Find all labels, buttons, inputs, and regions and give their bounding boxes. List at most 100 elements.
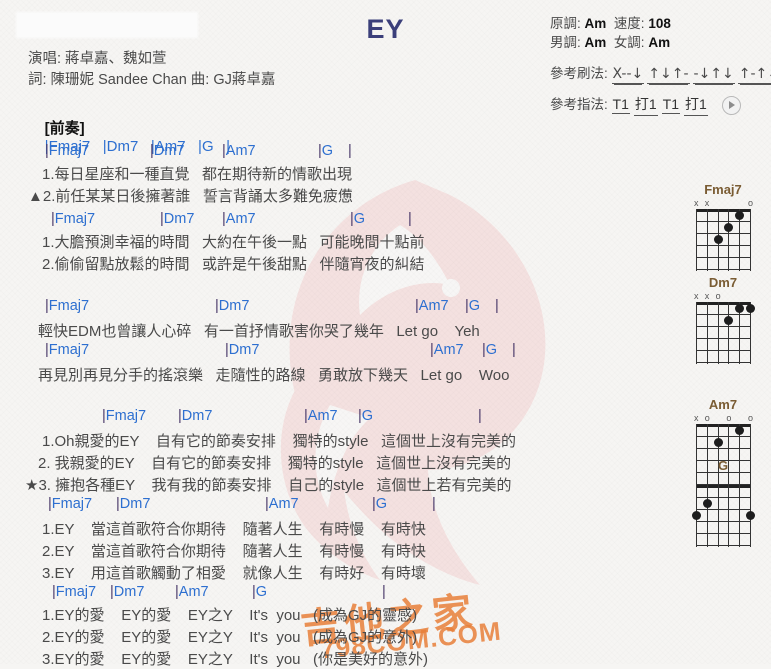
string-line	[706, 485, 708, 547]
chord-name: Fmaj7	[51, 496, 93, 512]
fret-line	[696, 326, 750, 327]
chord-label: |Dm7	[116, 496, 150, 512]
fret-line	[696, 269, 750, 270]
lyric-line: 3.EY的愛 EY的愛 EY之Y It's you (你是美好的意外)	[42, 651, 428, 668]
fret-line	[696, 497, 750, 498]
chord-name: Am7	[433, 342, 464, 358]
female-key-value: Am	[648, 35, 671, 50]
fret-line	[696, 314, 750, 315]
fret-line	[696, 350, 750, 351]
open-string-marker: o	[704, 413, 710, 423]
chord-name: G	[321, 143, 334, 159]
chord-label: |G	[350, 211, 365, 227]
male-key-label: 男調:	[550, 35, 581, 50]
chord-name: G	[255, 584, 268, 600]
lyric-line: 輕快EDM也曾讓人心碎 有一首抒情歌害你哭了幾年 Let go Yeh	[38, 323, 480, 340]
chord-name: G	[375, 496, 388, 512]
fret-line	[696, 545, 750, 546]
play-fingering-icon[interactable]	[721, 95, 741, 115]
chord-name: Am7	[418, 298, 449, 314]
fretboard-grid	[696, 209, 751, 271]
open-string-markers: xooo	[686, 413, 760, 424]
string-line	[696, 302, 697, 364]
chord-label: |Am7	[222, 143, 256, 159]
open-string-marker: o	[715, 291, 721, 301]
chord-diagram-name: Dm7	[708, 275, 738, 290]
open-string-markers: xxo	[686, 291, 760, 302]
chord-diagram-name: Am7	[708, 397, 738, 412]
string-line	[717, 485, 719, 547]
fret-line	[696, 338, 750, 339]
chord-name: Am7	[178, 584, 209, 600]
chord-label: |G	[482, 342, 497, 358]
chord-label: |Am7	[265, 496, 299, 512]
open-string-markers	[686, 474, 760, 485]
chord-label: |Am7	[430, 342, 464, 358]
finger-group: 打1	[633, 94, 658, 116]
chord-name: Fmaj7	[105, 408, 147, 424]
string-line	[728, 302, 730, 364]
chord-label: |G	[372, 496, 387, 512]
chord-label: |Dm7	[110, 584, 144, 600]
fret-line	[696, 509, 750, 510]
chord-name: G	[361, 408, 374, 424]
chord-diagram: Fmaj7 x x o	[686, 182, 760, 271]
chord-label: |	[478, 408, 482, 424]
string-line	[728, 485, 730, 547]
muted-string-marker: x	[704, 198, 710, 208]
fingering-pattern-row: 參考指法: T1 打1 T1 打1	[550, 93, 741, 116]
chord-name: Dm7	[228, 342, 260, 358]
bar-separator: |	[478, 408, 482, 424]
chord-name: G	[468, 298, 481, 314]
chord-name: Fmaj7	[55, 584, 97, 600]
chord-name: G	[353, 211, 366, 227]
strumming-pattern: X--↓↑↓↑--↓↑↓↑-↑↓	[611, 66, 771, 84]
fret-line	[696, 448, 750, 449]
bar-separator: |	[348, 143, 352, 159]
open-string-marker: o	[726, 413, 732, 423]
chord-label: |G	[358, 408, 373, 424]
original-key-label: 原調:	[550, 16, 581, 31]
chord-label: |Fmaj7	[45, 342, 89, 358]
fretboard-grid	[696, 302, 755, 364]
intro-line: [前奏] |Fmaj7 |Dm7 |Am7 |G |	[28, 100, 230, 172]
chord-label: |Fmaj7	[52, 584, 96, 600]
muted-string-marker: x	[694, 413, 699, 423]
key-and-tempo-row: 原調: Am 速度: 108	[550, 12, 671, 32]
chord-label: |Fmaj7	[45, 143, 89, 159]
finger-dot	[724, 316, 734, 325]
chord-label: |G	[465, 298, 480, 314]
open-string-markers: xxo	[686, 198, 760, 209]
string-line	[739, 485, 741, 547]
chord-label: |Dm7	[150, 143, 184, 159]
chord-name: Fmaj7	[48, 298, 90, 314]
lyric-line: 2.偷偷留點放鬆的時間 或許是午後甜點 伴隨宵夜的糾結	[42, 256, 425, 273]
chord-label: |	[432, 496, 436, 512]
fret-line	[696, 521, 750, 522]
finger-dot	[713, 438, 723, 447]
open-string-marker: o	[748, 413, 754, 423]
lyric-line: ▲2.前任某某日後擁著誰 誓言背誦太多難免疲憊	[28, 188, 353, 205]
chord-name: Fmaj7	[48, 342, 90, 358]
chord-name: Am7	[225, 211, 256, 227]
chord-label: |	[512, 342, 516, 358]
intro-section-label: [前奏]	[44, 120, 85, 137]
finger-dot	[735, 211, 745, 220]
bar-separator: |	[408, 211, 412, 227]
chord-label: |G	[318, 143, 333, 159]
fret-line	[696, 533, 750, 534]
open-string-marker: o	[748, 198, 754, 208]
chord-name: Am7	[225, 143, 256, 159]
chord-label: |	[408, 211, 412, 227]
string-line	[706, 209, 708, 271]
chord-name: Dm7	[218, 298, 250, 314]
chord-name: Dm7	[119, 496, 151, 512]
strum-group: -↓↑↓	[692, 66, 735, 84]
chord-label: |Am7	[415, 298, 449, 314]
chord-label: |Am7	[175, 584, 209, 600]
chord-name: Am7	[307, 408, 338, 424]
finger-dot	[692, 511, 701, 520]
finger-group: 打1	[684, 94, 708, 116]
male-female-key-row: 男調: Am 女調: Am	[550, 31, 670, 51]
fret-line	[696, 436, 750, 437]
